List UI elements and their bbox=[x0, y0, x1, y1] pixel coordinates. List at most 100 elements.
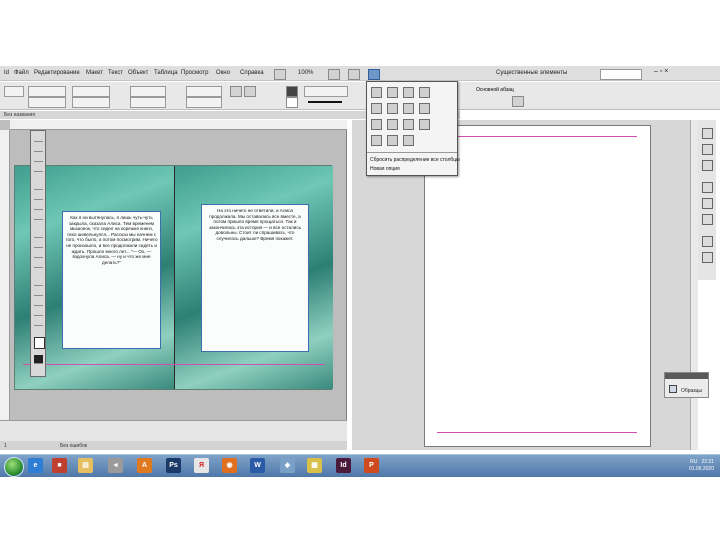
mini-panel-label[interactable]: Образцы bbox=[681, 388, 702, 394]
screen-mode-button[interactable] bbox=[348, 69, 360, 80]
word-icon[interactable]: W bbox=[250, 458, 265, 473]
menu-type[interactable]: Текст bbox=[108, 70, 123, 76]
pages-panel-icon[interactable] bbox=[702, 128, 713, 139]
three-up-v-icon[interactable] bbox=[419, 103, 430, 114]
language-indicator[interactable]: RU bbox=[690, 459, 697, 465]
bridge-button[interactable] bbox=[274, 69, 286, 80]
screen-mode-icon[interactable] bbox=[34, 355, 43, 364]
six-up-grid-icon[interactable] bbox=[403, 135, 414, 146]
search-input[interactable] bbox=[600, 69, 642, 80]
six-up-stack-icon[interactable] bbox=[387, 135, 398, 146]
rotate-field[interactable] bbox=[186, 86, 222, 97]
two-up-h-icon[interactable] bbox=[371, 103, 382, 114]
eyedropper-tool-icon[interactable] bbox=[34, 299, 43, 306]
menu-window[interactable]: Окно bbox=[216, 70, 230, 76]
menu-file[interactable]: Файл bbox=[14, 70, 29, 76]
gap-tool-icon[interactable] bbox=[34, 165, 43, 172]
horizontal-scrollbar[interactable] bbox=[0, 420, 347, 441]
speaker-icon[interactable]: ◄ bbox=[108, 458, 123, 473]
page-tool-icon[interactable] bbox=[34, 155, 43, 162]
yandex-icon[interactable]: Я bbox=[194, 458, 209, 473]
window-controls[interactable]: – ▫ × bbox=[654, 68, 668, 75]
clock-time[interactable]: 22:31 bbox=[701, 459, 714, 465]
selection-tool-icon[interactable] bbox=[34, 135, 43, 142]
powerpoint-icon[interactable]: P bbox=[364, 458, 379, 473]
stroke-panel-icon[interactable] bbox=[702, 182, 713, 193]
pencil-tool-icon[interactable] bbox=[34, 213, 43, 220]
menu-table[interactable]: Таблица bbox=[154, 70, 178, 76]
stroke-swatch[interactable] bbox=[286, 97, 298, 108]
menu-object[interactable]: Объект bbox=[128, 70, 148, 76]
scale-x-field[interactable] bbox=[130, 86, 166, 97]
photoshop-icon[interactable]: Ps bbox=[166, 458, 181, 473]
two-up-v-icon[interactable] bbox=[387, 103, 398, 114]
free-transform-tool-icon[interactable] bbox=[34, 261, 43, 268]
scale-y-field[interactable] bbox=[130, 97, 166, 108]
gradient-tool-icon[interactable] bbox=[34, 279, 43, 286]
menu-help[interactable]: Справка bbox=[240, 70, 264, 76]
mini-panel-header[interactable] bbox=[665, 373, 708, 379]
hand-tool-icon[interactable] bbox=[34, 309, 43, 316]
view-options-button[interactable] bbox=[328, 69, 340, 80]
layers-panel-icon[interactable] bbox=[702, 144, 713, 155]
rotate-cw-icon[interactable] bbox=[230, 86, 242, 97]
tile-vertical-icon[interactable] bbox=[387, 87, 398, 98]
fill-swatch[interactable] bbox=[286, 86, 298, 97]
align-panel-icon[interactable] bbox=[702, 252, 713, 263]
stroke-weight-field[interactable] bbox=[304, 86, 348, 97]
fill-stroke-icon[interactable] bbox=[34, 337, 45, 349]
vertical-scrollbar[interactable] bbox=[690, 120, 698, 450]
rectangle-tool-icon[interactable] bbox=[34, 241, 43, 248]
folder-icon[interactable]: ▤ bbox=[78, 458, 93, 473]
media-center-icon[interactable]: ■ bbox=[52, 458, 67, 473]
dropdown-tooltip-line-2[interactable]: Новая опция bbox=[370, 166, 400, 172]
clock-date[interactable]: 01.06.2020 bbox=[689, 466, 714, 472]
four-up-stack-icon[interactable] bbox=[403, 119, 414, 130]
zoom-tool-icon[interactable] bbox=[34, 319, 43, 326]
internet-explorer-icon[interactable]: e bbox=[28, 458, 43, 473]
right-text-frame[interactable]: На это ничего не ответили, и Алиса продо… bbox=[201, 204, 309, 352]
zoom-level[interactable]: 100% bbox=[298, 70, 313, 76]
six-up-icon[interactable] bbox=[371, 135, 382, 146]
swatches-panel-icon[interactable] bbox=[702, 214, 713, 225]
paragraph-style[interactable]: Основной абзац bbox=[476, 87, 514, 93]
workspace-switcher[interactable]: Существенные элементы bbox=[496, 70, 567, 76]
three-up-stack-icon[interactable] bbox=[371, 119, 382, 130]
start-button[interactable] bbox=[4, 457, 24, 477]
swatch-icon[interactable] bbox=[669, 385, 677, 393]
w-field[interactable] bbox=[72, 86, 110, 97]
acrobat-icon[interactable]: A bbox=[137, 458, 152, 473]
direct-selection-tool-icon[interactable] bbox=[34, 145, 43, 152]
pen-tool-icon[interactable] bbox=[34, 203, 43, 210]
line-tool-icon[interactable] bbox=[34, 193, 43, 200]
scissors-tool-icon[interactable] bbox=[34, 251, 43, 258]
stroke-type-preview[interactable] bbox=[308, 101, 342, 103]
h-field[interactable] bbox=[72, 97, 110, 108]
firefox-icon[interactable]: ◉ bbox=[222, 458, 237, 473]
four-up-grid-icon[interactable] bbox=[419, 119, 430, 130]
consolidate-all-icon[interactable] bbox=[371, 87, 382, 98]
three-up-h-icon[interactable] bbox=[403, 103, 414, 114]
y-field[interactable] bbox=[28, 97, 66, 108]
arrange-documents-button[interactable] bbox=[368, 69, 380, 80]
reference-point[interactable] bbox=[4, 86, 24, 97]
dropdown-tooltip-line-1[interactable]: Сбросить распределение все столбцы bbox=[370, 157, 460, 163]
panel-menu-icon[interactable] bbox=[512, 96, 524, 107]
float-all-icon[interactable] bbox=[419, 87, 430, 98]
note-tool-icon[interactable] bbox=[34, 289, 43, 296]
color-panel-icon[interactable] bbox=[702, 198, 713, 209]
flip-h-icon[interactable] bbox=[244, 86, 256, 97]
left-text-frame[interactable]: Как я ни вытянулась, я лишь чуть-чуть за… bbox=[62, 211, 161, 349]
network-icon[interactable]: ◆ bbox=[280, 458, 295, 473]
menu-view[interactable]: Просмотр bbox=[181, 70, 208, 76]
explorer-icon[interactable]: ▦ bbox=[307, 458, 322, 473]
rectangle-frame-tool-icon[interactable] bbox=[34, 231, 43, 238]
text-wrap-panel-icon[interactable] bbox=[702, 236, 713, 247]
menu-edit[interactable]: Редактирование bbox=[34, 70, 80, 76]
tile-horizontal-icon[interactable] bbox=[403, 87, 414, 98]
links-panel-icon[interactable] bbox=[702, 160, 713, 171]
page-number[interactable]: 1 bbox=[4, 443, 7, 449]
indesign-icon[interactable]: Id bbox=[336, 458, 351, 473]
four-up-icon[interactable] bbox=[387, 119, 398, 130]
menu-layout[interactable]: Макет bbox=[86, 70, 103, 76]
